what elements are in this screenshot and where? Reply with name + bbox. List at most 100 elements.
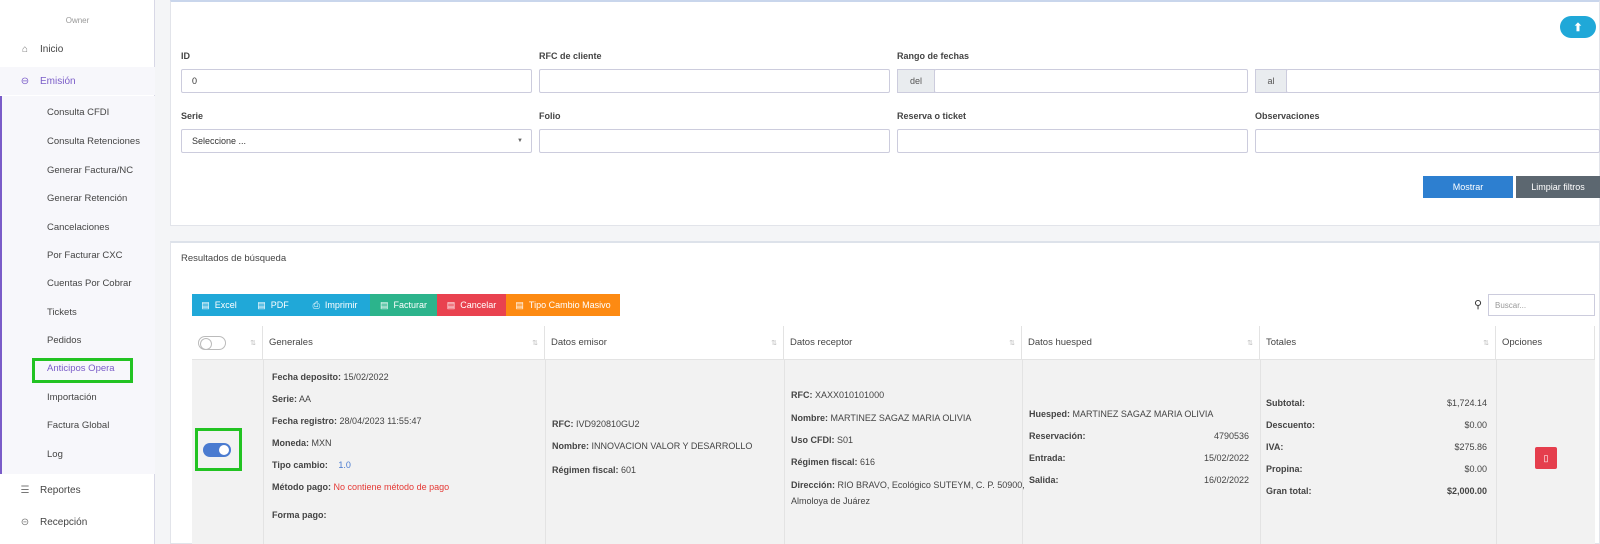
highlight-box bbox=[32, 358, 133, 383]
submenu-cancelaciones[interactable]: Cancelaciones bbox=[47, 221, 109, 235]
folio-input[interactable] bbox=[539, 129, 890, 153]
huesped-nombre: Huesped: MARTINEZ SAGAZ MARIA OLIVIA bbox=[1029, 409, 1214, 419]
cell-divider bbox=[1496, 360, 1497, 544]
column-totales[interactable]: Totales ⇅ bbox=[1260, 326, 1496, 360]
date-to-input[interactable] bbox=[1286, 69, 1600, 93]
rfc-input[interactable] bbox=[539, 69, 890, 93]
sort-icon[interactable]: ⇅ bbox=[250, 339, 256, 347]
receptor-direccion: Dirección: RIO BRAVO, Ecológico SUTEYM, … bbox=[791, 480, 1025, 490]
submenu-consulta-cfdi[interactable]: Consulta CFDI bbox=[47, 106, 109, 120]
facturar-label: Facturar bbox=[393, 300, 428, 310]
column-datos-emisor-label: Datos emisor bbox=[551, 337, 607, 348]
imprimir-label: Imprimir bbox=[324, 300, 358, 310]
propina-label: Propina: bbox=[1266, 464, 1303, 474]
serie-select-value: Seleccione ... bbox=[192, 136, 247, 146]
imprimir-button[interactable]: ⎙ Imprimir bbox=[300, 294, 370, 316]
select-all-header: ⇅ bbox=[192, 326, 263, 360]
submenu-por-facturar-cxc[interactable]: Por Facturar CXC bbox=[47, 249, 123, 263]
tipo-cambio-masivo-button[interactable]: ▤ Tipo Cambio Masivo bbox=[506, 294, 620, 316]
serie: Serie: AA bbox=[272, 394, 312, 404]
sort-icon[interactable]: ⇅ bbox=[1483, 339, 1489, 347]
mostrar-button[interactable]: Mostrar bbox=[1423, 176, 1513, 198]
excel-label: Excel bbox=[214, 300, 237, 310]
sort-icon[interactable]: ⇅ bbox=[1009, 339, 1015, 347]
column-opciones: Opciones bbox=[1496, 326, 1595, 360]
nav-recepcion-label: Recepción bbox=[40, 516, 88, 528]
id-input[interactable]: 0 bbox=[181, 69, 532, 93]
upload-button[interactable]: ⬆ bbox=[1560, 16, 1596, 38]
iva-label: IVA: bbox=[1266, 442, 1284, 452]
nav-reportes[interactable]: ☰ Reportes bbox=[0, 476, 155, 504]
file-excel-icon: ▤ bbox=[201, 299, 210, 310]
column-datos-emisor[interactable]: Datos emisor ⇅ bbox=[545, 326, 784, 360]
submenu-factura-global[interactable]: Factura Global bbox=[47, 419, 109, 433]
results-title: Resultados de búsqueda bbox=[181, 253, 287, 264]
emisor-regimen: Régimen fiscal: 601 bbox=[552, 465, 637, 475]
list-icon: ☰ bbox=[20, 484, 30, 496]
filter-card bbox=[170, 0, 1600, 226]
rfc-label: RFC de cliente bbox=[539, 51, 602, 61]
submenu-cuentas-por-cobrar[interactable]: Cuentas Por Cobrar bbox=[47, 277, 131, 291]
sort-icon[interactable]: ⇅ bbox=[771, 339, 777, 347]
tipo-cambio-masivo-label: Tipo Cambio Masivo bbox=[528, 300, 611, 310]
printer-icon: ⎙ bbox=[312, 299, 320, 310]
receptor-rfc: RFC: XAXX010101000 bbox=[791, 390, 885, 400]
nav-inicio[interactable]: ⌂ Inicio bbox=[0, 35, 155, 63]
column-datos-huesped-label: Datos huesped bbox=[1028, 337, 1092, 348]
serie-select[interactable]: Seleccione ... ▼ bbox=[181, 129, 532, 153]
huesped-salida-label: Salida: bbox=[1029, 475, 1059, 485]
moneda: Moneda: MXN bbox=[272, 438, 332, 448]
arrow-circle-icon: ⊖ bbox=[20, 75, 30, 87]
descuento-label: Descuento: bbox=[1266, 420, 1316, 430]
submenu-pedidos[interactable]: Pedidos bbox=[47, 334, 81, 348]
cell-divider bbox=[784, 360, 785, 544]
descuento-value: $0.00 bbox=[1464, 420, 1487, 430]
column-generales[interactable]: Generales ⇅ bbox=[263, 326, 545, 360]
submenu-tickets[interactable]: Tickets bbox=[47, 306, 77, 320]
submenu-generar-retencion[interactable]: Generar Retención bbox=[47, 192, 127, 206]
column-totales-label: Totales bbox=[1266, 337, 1297, 348]
cancelar-button[interactable]: ▤ Cancelar bbox=[437, 294, 506, 316]
gran-total-label: Gran total: bbox=[1266, 486, 1312, 496]
cell-divider bbox=[263, 360, 264, 544]
receptor-uso-cfdi: Uso CFDI: S01 bbox=[791, 435, 854, 445]
search-input[interactable]: Buscar... bbox=[1488, 294, 1595, 316]
iva-value: $275.86 bbox=[1454, 442, 1487, 452]
sort-icon[interactable]: ⇅ bbox=[1247, 339, 1253, 347]
submenu-consulta-retenciones[interactable]: Consulta Retenciones bbox=[47, 135, 140, 149]
subtotal-value: $1,724.14 bbox=[1446, 398, 1487, 408]
limpiar-filtros-button[interactable]: Limpiar filtros bbox=[1516, 176, 1600, 198]
reserva-label: Reserva o ticket bbox=[897, 111, 967, 121]
metodo-pago: Método pago: No contiene método de pago bbox=[272, 482, 450, 492]
subtotal-label: Subtotal: bbox=[1266, 398, 1305, 408]
nav-recepcion[interactable]: ⊝ Recepción bbox=[0, 508, 155, 536]
observaciones-input[interactable] bbox=[1255, 129, 1600, 153]
nav-emision[interactable]: ⊖ Emisión bbox=[0, 67, 155, 95]
submenu-log[interactable]: Log bbox=[47, 448, 63, 462]
column-generales-label: Generales bbox=[269, 337, 313, 348]
facturar-button[interactable]: ▤ Facturar bbox=[370, 294, 437, 316]
column-datos-receptor[interactable]: Datos receptor ⇅ bbox=[784, 326, 1022, 360]
row-pdf-button[interactable]: ▯ bbox=[1535, 447, 1557, 469]
select-all-toggle[interactable] bbox=[198, 336, 226, 350]
search-icon: ⚲ bbox=[1474, 299, 1483, 311]
highlight-box bbox=[195, 428, 242, 471]
cancelar-label: Cancelar bbox=[460, 300, 497, 310]
date-to-addon: al bbox=[1255, 69, 1287, 93]
date-from-addon: del bbox=[897, 69, 935, 93]
nav-inicio-label: Inicio bbox=[40, 43, 64, 55]
date-from-input[interactable] bbox=[934, 69, 1248, 93]
pdf-button[interactable]: ▤ PDF bbox=[246, 294, 300, 316]
tipo-cambio-link[interactable]: 1.0 bbox=[338, 460, 351, 470]
submenu-generar-factura[interactable]: Generar Factura/NC bbox=[47, 164, 133, 178]
column-datos-huesped[interactable]: Datos huesped ⇅ bbox=[1022, 326, 1260, 360]
reserva-input[interactable] bbox=[897, 129, 1248, 153]
submenu-importacion[interactable]: Importación bbox=[47, 391, 97, 405]
excel-button[interactable]: ▤ Excel bbox=[192, 294, 246, 316]
nav-reportes-label: Reportes bbox=[40, 484, 81, 496]
column-datos-receptor-label: Datos receptor bbox=[790, 337, 853, 348]
file-icon: ▤ bbox=[515, 299, 524, 310]
file-pdf-icon: ▯ bbox=[1543, 452, 1549, 463]
sort-icon[interactable]: ⇅ bbox=[532, 339, 538, 347]
forma-pago: Forma pago: bbox=[272, 510, 327, 520]
